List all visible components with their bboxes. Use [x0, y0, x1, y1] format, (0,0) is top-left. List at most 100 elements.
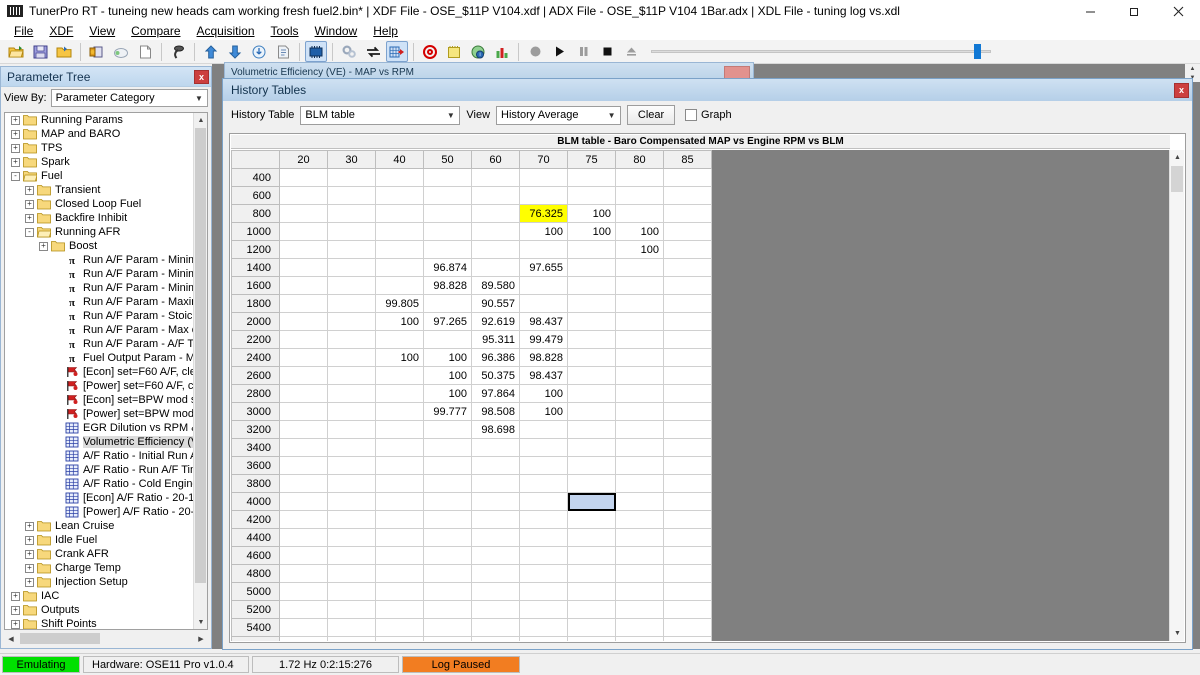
- grid-cell[interactable]: [280, 331, 328, 349]
- grid-cell[interactable]: [616, 367, 664, 385]
- slider-thumb[interactable]: [974, 44, 981, 59]
- tree-horizontal-scrollbar[interactable]: ◀ ▶: [4, 631, 208, 646]
- tree-item[interactable]: πRun A/F Param - Maximum A: [5, 295, 193, 309]
- grid-cell[interactable]: [424, 205, 472, 223]
- grid-column-header[interactable]: 40: [376, 151, 424, 169]
- grid-row-header[interactable]: 1200: [232, 241, 280, 259]
- grid-cell[interactable]: 76.325: [520, 205, 568, 223]
- grid-cell[interactable]: [280, 205, 328, 223]
- grid-cell[interactable]: [616, 547, 664, 565]
- grid-cell[interactable]: [424, 637, 472, 642]
- grid-cell[interactable]: [472, 529, 520, 547]
- grid-cell[interactable]: [520, 511, 568, 529]
- tree-item[interactable]: +Charge Temp: [5, 561, 193, 575]
- grid-cell[interactable]: 100: [616, 241, 664, 259]
- grid-cell[interactable]: [616, 475, 664, 493]
- grid-cell[interactable]: [616, 565, 664, 583]
- acq-pause-icon[interactable]: [572, 41, 594, 62]
- grid-cell[interactable]: [280, 241, 328, 259]
- tree-hscroll-thumb[interactable]: [20, 633, 100, 644]
- grid-cell[interactable]: [280, 277, 328, 295]
- grid-cell[interactable]: [376, 457, 424, 475]
- grid-cell[interactable]: [328, 637, 376, 642]
- grid-cell[interactable]: [664, 457, 712, 475]
- grid-cell[interactable]: [568, 367, 616, 385]
- minimize-button[interactable]: [1068, 0, 1112, 22]
- grid-column-header[interactable]: 60: [472, 151, 520, 169]
- grid-cell[interactable]: [328, 313, 376, 331]
- grid-cell[interactable]: [616, 493, 664, 511]
- grid-cell[interactable]: [520, 583, 568, 601]
- clear-button[interactable]: Clear: [627, 105, 675, 125]
- tree-expander-icon[interactable]: +: [25, 536, 34, 545]
- grid-cell[interactable]: [616, 259, 664, 277]
- slider-track[interactable]: [651, 50, 991, 53]
- grid-cell[interactable]: [568, 493, 616, 511]
- maximize-button[interactable]: [1112, 0, 1156, 22]
- menu-help[interactable]: Help: [365, 22, 406, 40]
- grid-cell[interactable]: [280, 403, 328, 421]
- grid-cell[interactable]: [568, 349, 616, 367]
- grid-cell[interactable]: [328, 583, 376, 601]
- grid-cell[interactable]: [328, 349, 376, 367]
- grid-cell[interactable]: [328, 511, 376, 529]
- grid-cell[interactable]: [280, 583, 328, 601]
- grid-cell[interactable]: [616, 601, 664, 619]
- grid-cell[interactable]: [616, 529, 664, 547]
- grid-cell[interactable]: [520, 475, 568, 493]
- grid-cell[interactable]: 100: [376, 313, 424, 331]
- grid-scroll-thumb[interactable]: [1171, 166, 1183, 192]
- tree-item[interactable]: +Transient: [5, 183, 193, 197]
- grid-cell[interactable]: [424, 511, 472, 529]
- tree-item[interactable]: [Power] set=F60 A/F, clear=: [5, 379, 193, 393]
- grid-cell[interactable]: [424, 331, 472, 349]
- grid-cell[interactable]: [376, 169, 424, 187]
- grid-cell[interactable]: [616, 583, 664, 601]
- tree-scroll-thumb[interactable]: [195, 128, 206, 583]
- grid-cell[interactable]: [664, 205, 712, 223]
- grid-cell[interactable]: 96.874: [424, 259, 472, 277]
- grid-cell[interactable]: [616, 637, 664, 642]
- grid-row-header[interactable]: 3400: [232, 439, 280, 457]
- tree-item[interactable]: [Power] A/F Ratio - 20-100kP: [5, 505, 193, 519]
- grid-cell[interactable]: [424, 601, 472, 619]
- tree-item[interactable]: +Running Params: [5, 113, 193, 127]
- tree-item[interactable]: EGR Dilution vs RPM & Vacuu: [5, 421, 193, 435]
- grid-cell[interactable]: [376, 223, 424, 241]
- open-bin-icon[interactable]: [5, 41, 27, 62]
- grid-cell[interactable]: [520, 493, 568, 511]
- grid-cell[interactable]: [376, 403, 424, 421]
- grid-cell[interactable]: [280, 475, 328, 493]
- tree-item[interactable]: +Backfire Inhibit: [5, 211, 193, 225]
- tree-item[interactable]: A/F Ratio - Initial Run A/F Ra: [5, 449, 193, 463]
- tree-item[interactable]: Volumetric Efficiency (VE) - M: [5, 435, 193, 449]
- tree-vertical-scrollbar[interactable]: ▲ ▼: [193, 113, 207, 629]
- grid-cell[interactable]: [568, 241, 616, 259]
- grid-cell[interactable]: 98.437: [520, 313, 568, 331]
- acq-stop-icon[interactable]: [596, 41, 618, 62]
- grid-cell[interactable]: [520, 169, 568, 187]
- emulation-chip-icon[interactable]: [305, 41, 327, 62]
- graph-checkbox-group[interactable]: Graph: [685, 109, 732, 121]
- grid-cell[interactable]: [280, 349, 328, 367]
- grid-cell[interactable]: [424, 223, 472, 241]
- record-target-icon[interactable]: [419, 41, 441, 62]
- tree-item[interactable]: -Running AFR: [5, 225, 193, 239]
- grid-cell[interactable]: [328, 601, 376, 619]
- tree-item[interactable]: πRun A/F Param - Minimum BP: [5, 253, 193, 267]
- tree-expander-icon[interactable]: -: [25, 228, 34, 237]
- grid-column-header[interactable]: 75: [568, 151, 616, 169]
- grid-column-header[interactable]: 70: [520, 151, 568, 169]
- grid-cell[interactable]: [376, 547, 424, 565]
- grid-cell[interactable]: 99.805: [376, 295, 424, 313]
- grid-cell[interactable]: [568, 475, 616, 493]
- properties-icon[interactable]: [272, 41, 294, 62]
- grid-cell[interactable]: [472, 493, 520, 511]
- grid-cell[interactable]: [664, 223, 712, 241]
- grid-cell[interactable]: [616, 295, 664, 313]
- grid-cell[interactable]: [568, 331, 616, 349]
- grid-cell[interactable]: [664, 349, 712, 367]
- grid-cell[interactable]: [328, 331, 376, 349]
- grid-cell[interactable]: [328, 565, 376, 583]
- grid-cell[interactable]: [376, 529, 424, 547]
